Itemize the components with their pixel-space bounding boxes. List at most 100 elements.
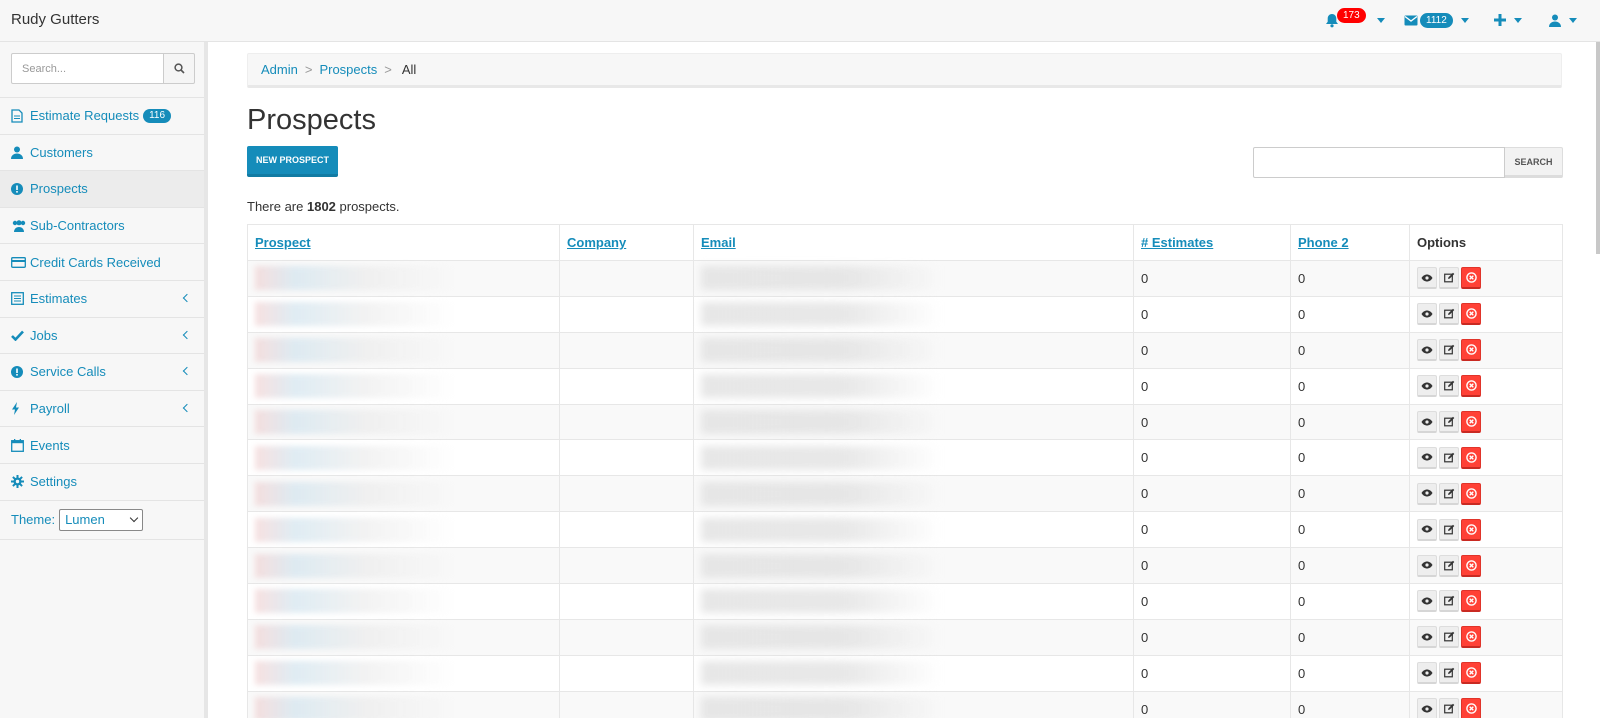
delete-button[interactable]: [1461, 518, 1481, 541]
delete-button[interactable]: [1461, 626, 1481, 649]
edit-button[interactable]: [1439, 339, 1459, 362]
edit-button[interactable]: [1439, 482, 1459, 505]
cell-prospect[interactable]: [247, 260, 560, 297]
sort-company-link[interactable]: Company: [567, 235, 626, 250]
cell-prospect[interactable]: [247, 403, 560, 441]
view-button[interactable]: [1417, 626, 1437, 649]
view-button[interactable]: [1417, 339, 1437, 362]
delete-button[interactable]: [1461, 662, 1481, 685]
cell-options: [1409, 295, 1563, 333]
edit-button[interactable]: [1439, 698, 1459, 718]
col-header-estimates[interactable]: # Estimates: [1133, 224, 1291, 261]
delete-button[interactable]: [1461, 267, 1481, 290]
edit-button[interactable]: [1439, 267, 1459, 290]
delete-button[interactable]: [1461, 698, 1481, 718]
delete-button[interactable]: [1461, 590, 1481, 613]
edit-icon: [1443, 273, 1454, 283]
notifications-menu[interactable]: 173: [1325, 7, 1385, 31]
delete-button[interactable]: [1461, 446, 1481, 469]
edit-button[interactable]: [1439, 303, 1459, 326]
new-prospect-button[interactable]: NEW PROSPECT: [247, 146, 338, 177]
view-button[interactable]: [1417, 303, 1437, 326]
breadcrumb-prospects-link[interactable]: Prospects: [319, 62, 377, 77]
cell-prospect[interactable]: [247, 475, 560, 513]
cell-prospect[interactable]: [247, 690, 560, 718]
eye-icon: [1421, 705, 1433, 713]
cell-prospect[interactable]: [247, 511, 560, 549]
edit-button[interactable]: [1439, 626, 1459, 649]
col-header-phone2[interactable]: Phone 2: [1290, 224, 1410, 261]
breadcrumb-admin-link[interactable]: Admin: [261, 62, 298, 77]
view-button[interactable]: [1417, 518, 1437, 541]
edit-button[interactable]: [1439, 518, 1459, 541]
sidebar-item-events[interactable]: Events: [0, 427, 204, 464]
sidebar-item-estimates[interactable]: Estimates: [0, 281, 204, 318]
sidebar-item-prospects[interactable]: Prospects: [0, 171, 204, 208]
sort-email-link[interactable]: Email: [701, 235, 736, 250]
cell-prospect[interactable]: [247, 654, 560, 692]
cell-prospect[interactable]: [247, 295, 560, 333]
col-header-email[interactable]: Email: [693, 224, 1134, 261]
redacted-prospect-name: [255, 374, 455, 399]
view-button[interactable]: [1417, 698, 1437, 718]
sidebar-search-button[interactable]: [164, 53, 195, 84]
cell-prospect[interactable]: [247, 331, 560, 369]
cell-company: [559, 547, 694, 585]
edit-button[interactable]: [1439, 375, 1459, 398]
delete-button[interactable]: [1461, 375, 1481, 398]
sort-estimates-link[interactable]: # Estimates: [1141, 235, 1213, 250]
delete-button[interactable]: [1461, 554, 1481, 577]
sidebar-search-input[interactable]: Search...: [11, 53, 164, 84]
sidebar-item-sub-contractors[interactable]: Sub-Contractors: [0, 208, 204, 245]
edit-button[interactable]: [1439, 554, 1459, 577]
cell-options: [1409, 583, 1563, 620]
cell-estimates: 0: [1133, 331, 1291, 369]
delete-button[interactable]: [1461, 339, 1481, 362]
add-menu[interactable]: [1494, 9, 1522, 31]
col-header-prospect[interactable]: Prospect: [247, 224, 560, 261]
page-scrollbar[interactable]: [1596, 42, 1600, 254]
sidebar-item-customers[interactable]: Customers: [0, 135, 204, 172]
view-button[interactable]: [1417, 554, 1437, 577]
view-button[interactable]: [1417, 411, 1437, 433]
prospect-search-button[interactable]: SEARCH: [1505, 147, 1563, 178]
sort-prospect-link[interactable]: Prospect: [255, 235, 311, 250]
table-row: 00: [247, 654, 1563, 692]
brand-title[interactable]: Rudy Gutters: [11, 11, 99, 28]
theme-select[interactable]: Lumen: [59, 508, 144, 531]
sort-phone2-link[interactable]: Phone 2: [1298, 235, 1349, 250]
breadcrumb-separator: >: [304, 62, 313, 77]
prospect-search-input[interactable]: [1253, 147, 1505, 178]
cell-prospect[interactable]: [247, 618, 560, 656]
cell-prospect[interactable]: [247, 439, 560, 477]
view-button[interactable]: [1417, 375, 1437, 398]
edit-icon: [1443, 667, 1454, 678]
delete-button[interactable]: [1461, 411, 1481, 433]
sidebar-item-estimate-requests[interactable]: Estimate Requests 116: [0, 98, 204, 135]
edit-button[interactable]: [1439, 590, 1459, 613]
view-button[interactable]: [1417, 590, 1437, 613]
edit-button[interactable]: [1439, 662, 1459, 685]
cell-prospect[interactable]: [247, 583, 560, 620]
view-button[interactable]: [1417, 662, 1437, 685]
delete-button[interactable]: [1461, 303, 1481, 326]
col-header-company[interactable]: Company: [559, 224, 694, 261]
user-menu[interactable]: [1549, 9, 1577, 31]
delete-button[interactable]: [1461, 482, 1481, 505]
view-button[interactable]: [1417, 482, 1437, 505]
sidebar-item-payroll[interactable]: Payroll: [0, 391, 204, 428]
messages-menu[interactable]: 1112: [1404, 9, 1469, 31]
cell-prospect[interactable]: [247, 547, 560, 585]
sidebar-item-credit-cards-received[interactable]: Credit Cards Received: [0, 244, 204, 281]
view-button[interactable]: [1417, 267, 1437, 290]
redacted-prospect-name: [255, 266, 455, 291]
cell-prospect[interactable]: [247, 367, 560, 405]
credit-card-icon: [11, 256, 27, 268]
sidebar-item-service-calls[interactable]: Service Calls: [0, 354, 204, 391]
sidebar-item-jobs[interactable]: Jobs: [0, 318, 204, 355]
sidebar-item-settings[interactable]: Settings: [0, 464, 204, 501]
cell-phone2: 0: [1290, 475, 1410, 513]
edit-button[interactable]: [1439, 411, 1459, 433]
edit-button[interactable]: [1439, 446, 1459, 469]
view-button[interactable]: [1417, 446, 1437, 469]
